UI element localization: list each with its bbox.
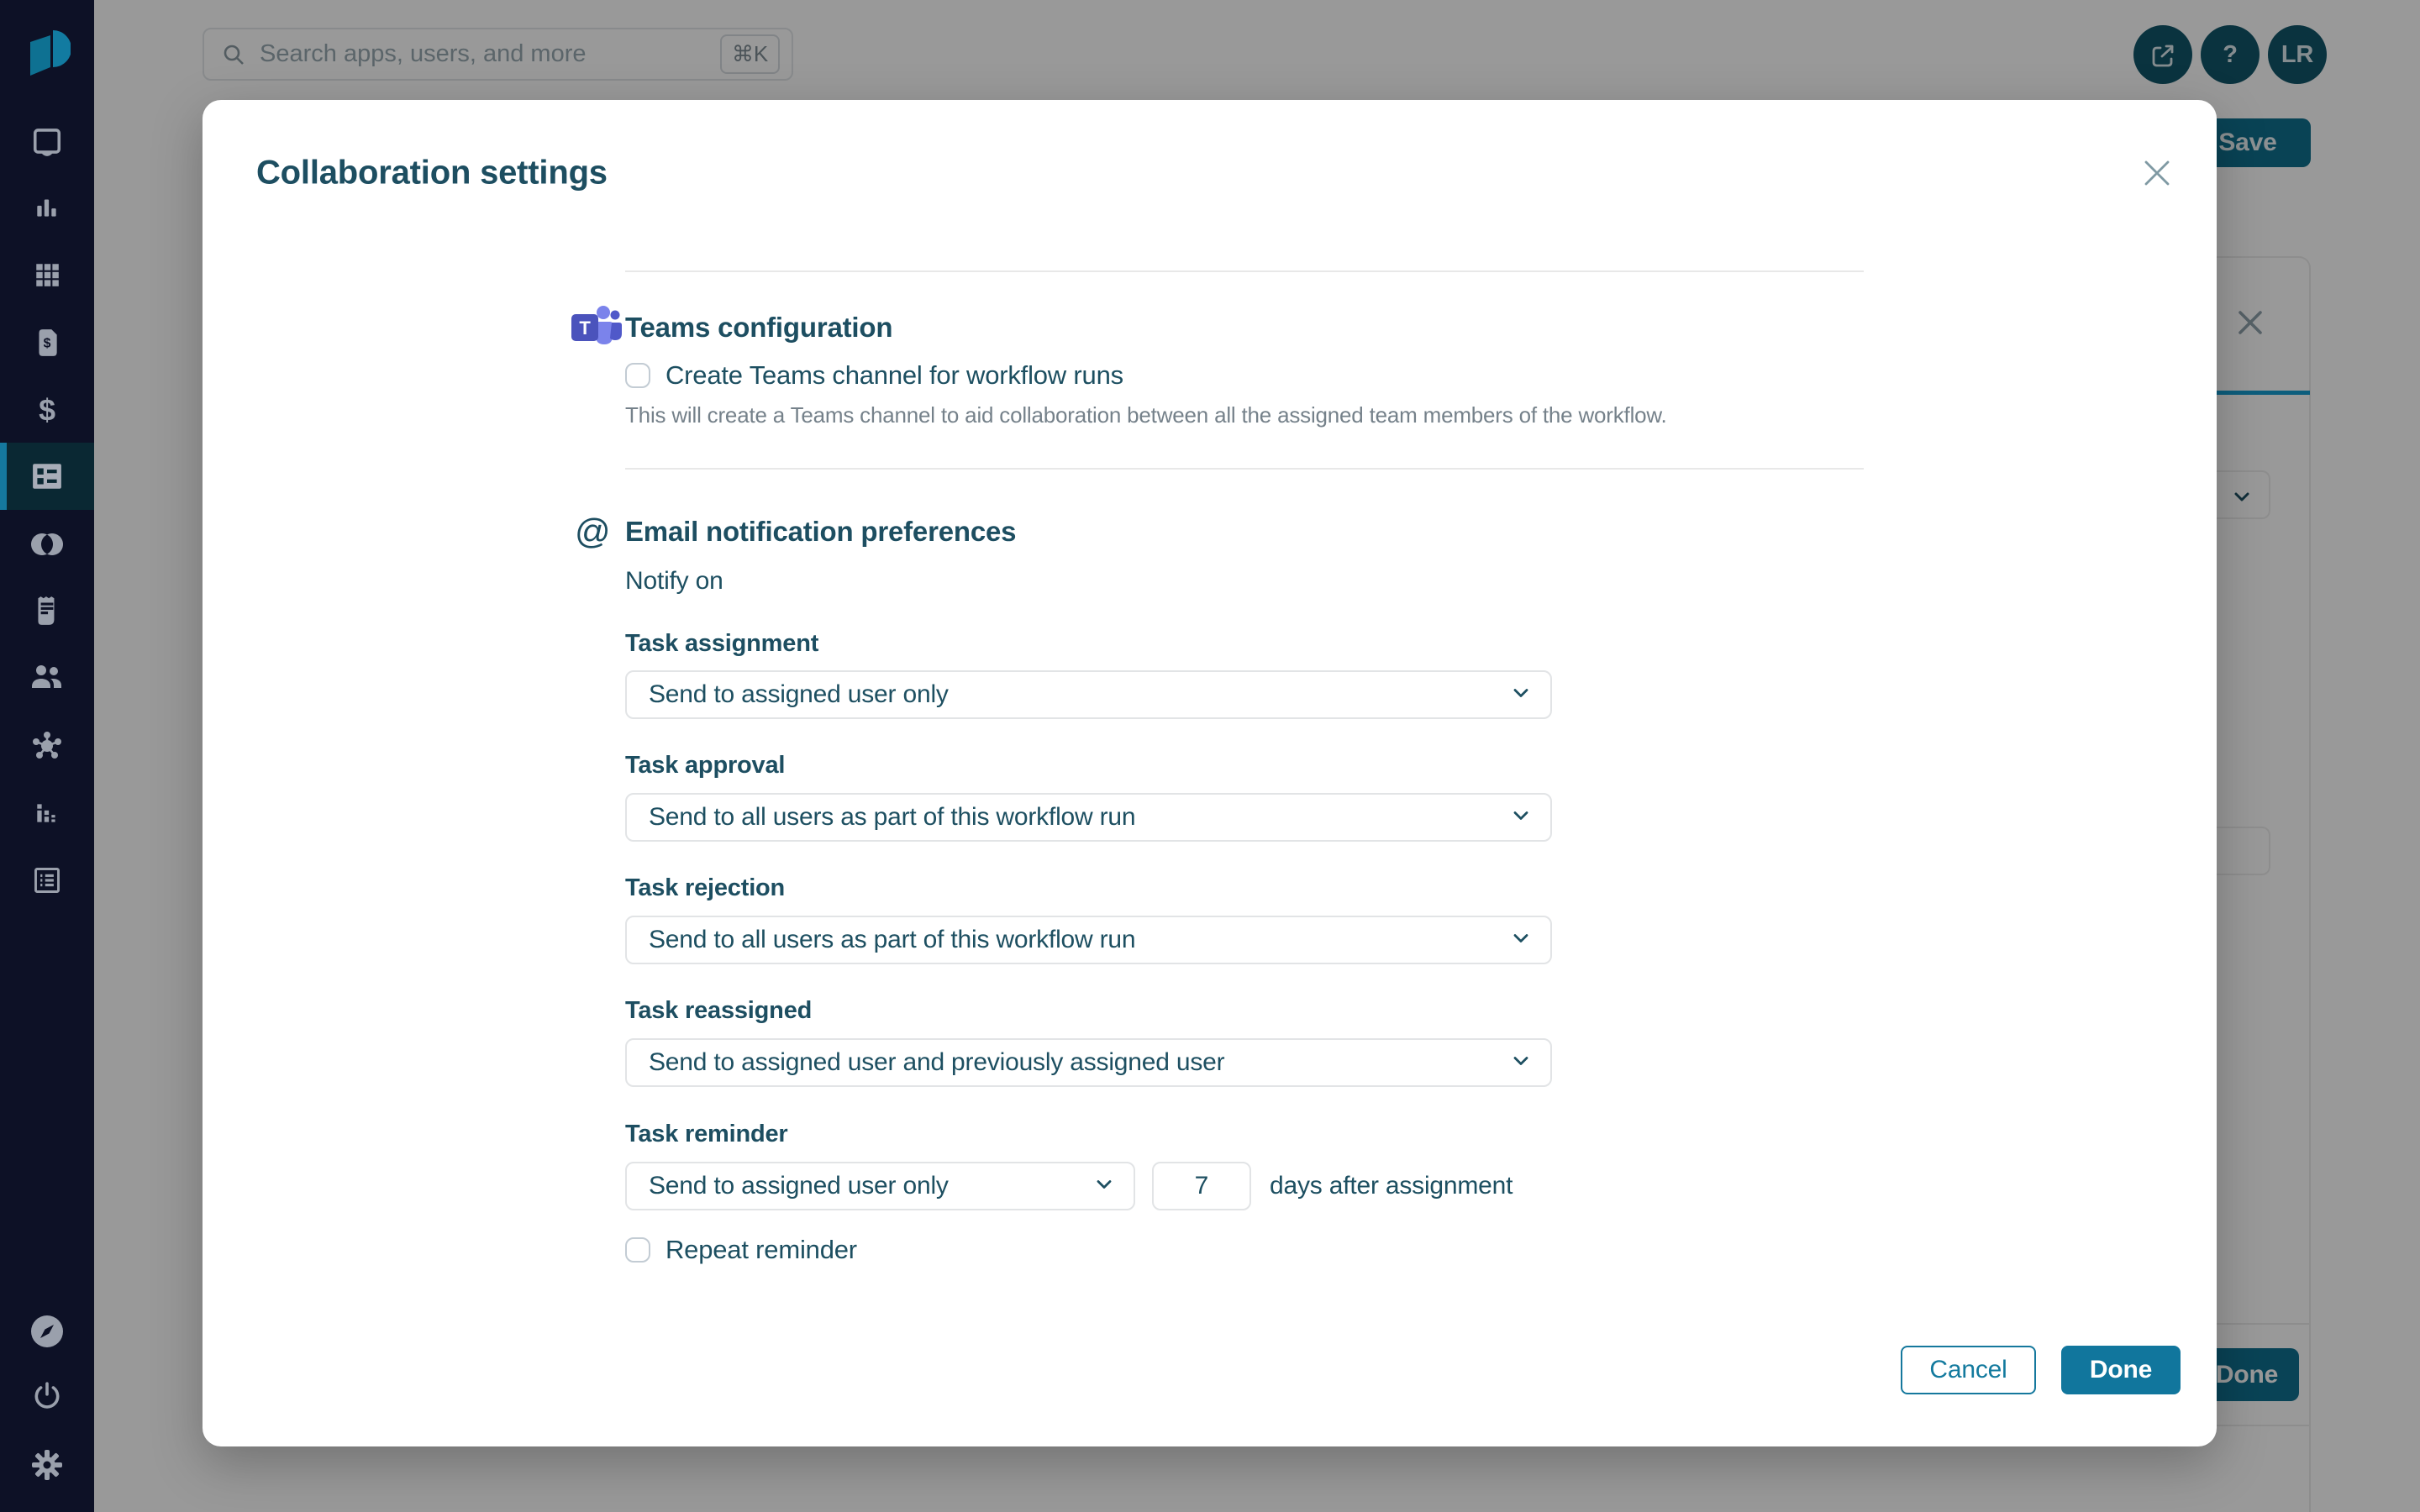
sidebar-item-receipts[interactable] [0, 577, 94, 644]
teams-helper-text: This will create a Teams channel to aid … [625, 402, 1864, 428]
repeat-reminder-label: Repeat reminder [666, 1235, 857, 1265]
sidebar-item-analytics[interactable] [0, 780, 94, 847]
inbox-icon [31, 125, 63, 157]
sidebar-item-billing[interactable]: $ [0, 377, 94, 444]
task-approval-select[interactable]: Send to all users as part of this workfl… [625, 793, 1552, 842]
sidebar-item-apps[interactable] [0, 241, 94, 308]
automation-hub-icon [30, 729, 64, 763]
repeat-reminder-row[interactable]: Repeat reminder [625, 1235, 1864, 1265]
task-reassigned-label: Task reassigned [625, 996, 1864, 1025]
task-assignment-select[interactable]: Send to assigned user only [625, 670, 1552, 719]
ms-teams-icon: T [570, 304, 622, 351]
task-reminder-select[interactable]: Send to assigned user only [625, 1162, 1135, 1210]
workflow-form-icon [31, 462, 63, 491]
close-icon [2142, 158, 2172, 188]
repeat-reminder-checkbox[interactable] [625, 1237, 650, 1263]
task-rejection-select[interactable]: Send to all users as part of this workfl… [625, 916, 1552, 964]
sidebar-item-automations[interactable] [0, 712, 94, 780]
email-section-header: @ Email notification preferences [625, 507, 1864, 557]
column-stats-icon [33, 799, 61, 827]
modal-title: Collaboration settings [256, 155, 608, 192]
power-icon [31, 1380, 63, 1412]
task-assignment-label: Task assignment [625, 629, 1864, 658]
chevron-down-icon [1093, 1173, 1115, 1200]
sidebar-item-explore[interactable] [0, 1298, 94, 1365]
cancel-button[interactable]: Cancel [1901, 1346, 2036, 1394]
sidebar-item-reports[interactable] [0, 174, 94, 241]
logo-icon [24, 27, 71, 77]
svg-text:T: T [579, 318, 591, 339]
venn-circles-icon [30, 532, 64, 557]
chevron-down-icon [1510, 805, 1532, 831]
svg-text:$: $ [39, 394, 55, 428]
bar-chart-icon [33, 193, 61, 222]
app-logo[interactable] [0, 18, 94, 86]
sidebar-item-inbox[interactable] [0, 108, 94, 175]
app-sidebar: $ $ [0, 0, 94, 1512]
sidebar-item-logout[interactable] [0, 1362, 94, 1430]
sidebar-item-members[interactable] [0, 643, 94, 711]
modal-footer: Cancel Done [1901, 1346, 2181, 1394]
sidebar-item-invoices[interactable]: $ [0, 309, 94, 376]
task-reassigned-select[interactable]: Send to assigned user and previously ass… [625, 1038, 1552, 1087]
at-icon: @ [575, 514, 610, 549]
task-reminder-label: Task reminder [625, 1120, 1864, 1148]
section-divider [625, 468, 1864, 470]
teams-section-title: Teams configuration [625, 312, 892, 344]
create-teams-channel-row[interactable]: Create Teams channel for workflow runs [625, 360, 1864, 391]
notify-on-label: Notify on [625, 566, 1864, 596]
collaboration-settings-modal: Collaboration settings T Teams configura… [203, 100, 2217, 1446]
task-rejection-label: Task rejection [625, 874, 1864, 902]
invoice-doc-icon: $ [33, 328, 61, 358]
create-teams-channel-checkbox[interactable] [625, 363, 650, 388]
create-teams-channel-label: Create Teams channel for workflow runs [666, 360, 1123, 391]
compass-icon [30, 1315, 64, 1348]
reminder-days-suffix: days after assignment [1270, 1172, 1512, 1200]
task-reminder-row: Send to assigned user only days after as… [625, 1162, 1864, 1210]
grid-icon [33, 260, 61, 289]
reminder-days-input[interactable] [1152, 1162, 1251, 1210]
receipt-icon [33, 595, 61, 627]
chevron-down-icon [1510, 682, 1532, 708]
chevron-down-icon [1510, 927, 1532, 953]
list-doc-icon [32, 865, 62, 895]
sidebar-item-workflows-active[interactable] [0, 443, 94, 510]
modal-close-button[interactable] [2142, 158, 2172, 188]
sidebar-item-pages[interactable] [0, 847, 94, 914]
sidebar-item-settings[interactable] [0, 1431, 94, 1499]
teams-section-header: T Teams configuration [625, 302, 1864, 353]
people-icon [30, 663, 64, 691]
email-section-title: Email notification preferences [625, 516, 1016, 548]
section-divider [625, 270, 1864, 272]
done-button[interactable]: Done [2061, 1346, 2181, 1394]
task-approval-label: Task approval [625, 751, 1864, 780]
chevron-down-icon [1510, 1050, 1532, 1076]
dollar-icon: $ [33, 394, 61, 428]
sidebar-item-datasets[interactable] [0, 511, 94, 578]
gear-icon [30, 1448, 64, 1482]
svg-text:$: $ [44, 336, 51, 350]
